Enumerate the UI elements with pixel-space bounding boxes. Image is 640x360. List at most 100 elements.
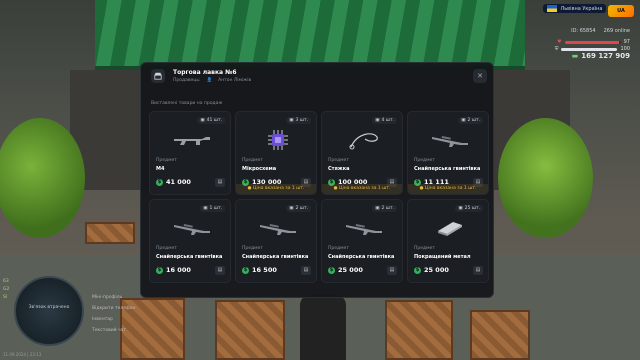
quantity-badge: ▣ 4 шт. — [372, 117, 397, 124]
price-note: ● Ціна вказана за 1 шт. — [322, 184, 402, 194]
money-display: ▬ 169 127 909 — [572, 52, 630, 60]
item-price: $ 16 000 — [156, 266, 191, 274]
quantity-badge: ▣ 3 шт. — [286, 117, 311, 124]
rifle-icon — [172, 128, 212, 152]
seller-name: Антон Ліміжів — [218, 78, 252, 83]
box-icon: ▣ — [200, 118, 205, 123]
item-price: $ 25 000 — [414, 266, 449, 274]
box-icon: ▣ — [458, 206, 463, 211]
heart-icon: ♥ — [557, 39, 562, 45]
buy-button[interactable]: ▤ — [473, 266, 483, 275]
stat-1: 63 — [3, 279, 9, 284]
hint-chat[interactable]: Текстовий чат — [92, 325, 136, 336]
item-name: M4 — [156, 166, 165, 172]
hint-phone[interactable]: Відкрити телефон — [92, 303, 136, 314]
shop-seller: Продавець: 👤 Антон Ліміжів — [173, 78, 251, 83]
price-note: ● Ціна вказана за 1 шт. — [236, 184, 316, 194]
stat-3: SI — [3, 295, 8, 300]
hint-profile[interactable]: Міні-профіль — [92, 292, 136, 303]
sniper-icon — [172, 216, 212, 240]
quantity-text: 2 шт. — [381, 206, 394, 211]
chip-icon — [258, 128, 298, 152]
quantity-text: 41 шт. — [206, 118, 222, 123]
box-icon: ▣ — [203, 206, 208, 211]
hp-row: ♥ 97 — [557, 39, 630, 45]
item-card[interactable]: ▣ 1 шт. Предмет Снайперська гвинтівка $ … — [149, 199, 231, 283]
hint-inventory[interactable]: Інвентар — [92, 314, 136, 325]
item-card[interactable]: ▣ 2 шт. Предмет Снайперська гвинтівка $ … — [407, 111, 489, 195]
price-value: 16 000 — [166, 266, 191, 274]
price-note: ● Ціна вказана за 1 шт. — [408, 184, 488, 194]
item-price: $ 41 000 — [156, 178, 191, 186]
shop-title: Торгова лавка №6 — [173, 69, 237, 76]
buy-button[interactable]: ▤ — [301, 266, 311, 275]
shield-icon: ⛨ — [554, 46, 559, 52]
item-card[interactable]: ▣ 25 шт. Предмет Покращений метал $ 25 0… — [407, 199, 489, 283]
tree-left — [0, 118, 85, 238]
item-name: Покращений метал — [414, 254, 471, 260]
items-grid: ▣ 41 шт. Предмет M4 $ 41 000 ▤ ▣ 3 шт. П… — [149, 111, 489, 283]
side-stats: 63 G2 SI — [3, 278, 9, 302]
item-kind: Предмет — [156, 158, 177, 163]
price-value: 25 000 — [424, 266, 449, 274]
sniper-icon — [344, 216, 384, 240]
quantity-text: 4 шт. — [381, 118, 394, 123]
cash-icon: ▬ — [571, 52, 579, 60]
hud-stats: ID: 65854 269 online — [571, 28, 630, 34]
item-card[interactable]: ▣ 4 шт. Предмет Стяжка $ 100 000 ▤ ● Цін… — [321, 111, 403, 195]
hp-value: 97 — [623, 39, 630, 45]
quantity-badge: ▣ 41 шт. — [197, 117, 225, 124]
close-button[interactable]: ✕ — [473, 69, 487, 83]
player-character — [300, 295, 346, 360]
currency-icon: $ — [242, 266, 249, 274]
stat-2: G2 — [3, 287, 10, 292]
currency-icon: $ — [414, 266, 421, 274]
item-card[interactable]: ▣ 2 шт. Предмет Снайперська гвинтівка $ … — [321, 199, 403, 283]
crate — [85, 222, 135, 244]
price-value: 25 000 — [338, 266, 363, 274]
price-note-text: Ціна вказана за 1 шт. — [425, 186, 477, 191]
green-awning — [95, 0, 525, 70]
item-name: Снайперська гвинтівка — [414, 166, 481, 172]
shop-header: Торгова лавка №6 Продавець: 👤 Антон Лімі… — [151, 69, 251, 83]
buy-button[interactable]: ▤ — [387, 266, 397, 275]
item-card[interactable]: ▣ 3 шт. Предмет Мікросхема $ 130 000 ▤ ●… — [235, 111, 317, 195]
crate — [470, 310, 530, 360]
date-time: 11.09.2024 | 23:13 — [3, 352, 42, 357]
box-icon: ▣ — [461, 118, 466, 123]
item-name: Снайперська гвинтівка — [156, 254, 223, 260]
tree-right — [498, 118, 593, 238]
online-count: 269 online — [603, 28, 630, 34]
server-badge: Львівна Україна UA — [543, 4, 634, 17]
currency-icon: $ — [156, 266, 163, 274]
currency-icon: $ — [156, 178, 163, 186]
item-kind: Предмет — [242, 246, 263, 251]
item-card[interactable]: ▣ 2 шт. Предмет Снайперська гвинтівка $ … — [235, 199, 317, 283]
price-value: 16 500 — [252, 266, 277, 274]
item-kind: Предмет — [242, 158, 263, 163]
quantity-badge: ▣ 25 шт. — [455, 205, 483, 212]
buy-button[interactable]: ▤ — [215, 266, 225, 275]
item-kind: Предмет — [328, 158, 349, 163]
item-kind: Предмет — [414, 246, 435, 251]
box-icon: ▣ — [375, 206, 380, 211]
minimap — [14, 276, 84, 346]
money-value: 169 127 909 — [581, 52, 630, 60]
armor-bar — [561, 47, 618, 51]
box-icon: ▣ — [375, 118, 380, 123]
item-kind: Предмет — [414, 158, 435, 163]
player-id: ID: 65854 — [571, 28, 596, 34]
item-name: Мікросхема — [242, 166, 277, 172]
quantity-text: 25 шт. — [464, 206, 480, 211]
item-card[interactable]: ▣ 41 шт. Предмет M4 $ 41 000 ▤ — [149, 111, 231, 195]
quantity-badge: ▣ 2 шт. — [372, 205, 397, 212]
item-name: Снайперська гвинтівка — [328, 254, 395, 260]
item-kind: Предмет — [156, 246, 177, 251]
item-name: Снайперська гвинтівка — [242, 254, 309, 260]
buy-button[interactable]: ▤ — [215, 178, 225, 187]
box-icon: ▣ — [289, 118, 294, 123]
price-value: 41 000 — [166, 178, 191, 186]
user-icon: 👤 — [206, 78, 213, 83]
flag-icon — [547, 5, 558, 12]
crate — [385, 300, 453, 360]
